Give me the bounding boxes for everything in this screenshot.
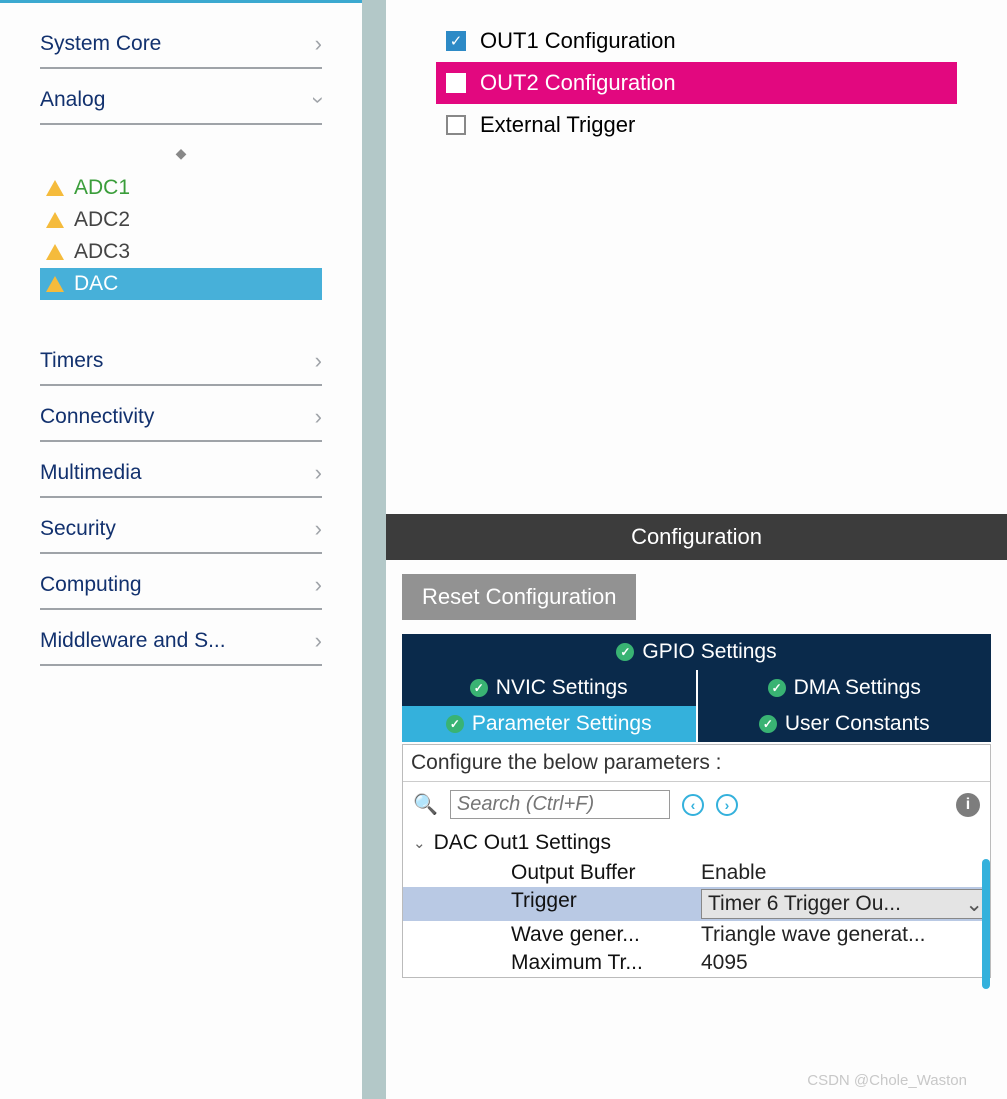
parameters-description: Configure the below parameters :: [403, 745, 990, 782]
check-circle-icon: ✓: [768, 679, 786, 697]
category-connectivity[interactable]: Connectivity ›: [40, 386, 322, 442]
tab-row-top: ✓ GPIO Settings: [402, 634, 991, 670]
chevron-right-icon: ›: [315, 628, 322, 654]
tab-parameter-settings[interactable]: ✓ Parameter Settings: [402, 706, 696, 742]
param-maximum-triangle[interactable]: Maximum Tr... 4095: [403, 949, 990, 977]
tab-row-mid: ✓ NVIC Settings ✓ DMA Settings: [402, 670, 991, 706]
dac-out1-settings-section[interactable]: ⌄ DAC Out1 Settings: [403, 827, 990, 859]
tab-dma-settings[interactable]: ✓ DMA Settings: [698, 670, 992, 706]
tab-gpio-settings[interactable]: ✓ GPIO Settings: [402, 634, 991, 670]
chevron-right-icon: ›: [315, 404, 322, 430]
tab-label: Parameter Settings: [472, 712, 652, 736]
drag-handle-icon[interactable]: ◆: [40, 145, 322, 172]
check-circle-icon: ✓: [616, 643, 634, 661]
param-trigger[interactable]: Trigger Timer 6 Trigger Ou... ⌄: [403, 887, 990, 921]
category-label: Analog: [40, 88, 105, 112]
checkbox-icon: [446, 115, 466, 135]
param-output-buffer[interactable]: Output Buffer Enable: [403, 859, 990, 887]
category-label: Computing: [40, 573, 142, 597]
scrollbar-thumb[interactable]: [982, 859, 990, 989]
check-label: OUT2 Configuration: [480, 70, 676, 96]
reset-configuration-button[interactable]: Reset Configuration: [402, 574, 636, 620]
chevron-down-icon: ⌄: [413, 834, 426, 852]
chevron-right-icon: ›: [315, 348, 322, 374]
check-circle-icon: ✓: [759, 715, 777, 733]
out2-config-check[interactable]: OUT2 Configuration: [436, 62, 957, 104]
analog-sublist: ◆ ADC1 ADC2 ADC3 DAC: [40, 125, 322, 330]
tab-label: User Constants: [785, 712, 930, 736]
param-key: Maximum Tr...: [511, 951, 701, 975]
warning-icon: [46, 276, 64, 292]
chevron-right-icon: ›: [315, 572, 322, 598]
chevron-down-icon: ⌄: [965, 892, 983, 917]
check-label: OUT1 Configuration: [480, 28, 676, 54]
category-multimedia[interactable]: Multimedia ›: [40, 442, 322, 498]
section-label: DAC Out1 Settings: [434, 831, 611, 855]
check-label: External Trigger: [480, 112, 635, 138]
sidebar-item-dac[interactable]: DAC: [40, 268, 322, 300]
checkbox-icon: [446, 73, 466, 93]
param-key: Output Buffer: [511, 861, 701, 885]
param-value: 4095: [701, 951, 990, 975]
out1-config-check[interactable]: ✓ OUT1 Configuration: [436, 20, 957, 62]
check-circle-icon: ✓: [470, 679, 488, 697]
warning-icon: [46, 180, 64, 196]
category-label: Timers: [40, 349, 103, 373]
search-icon[interactable]: 🔍: [413, 792, 438, 817]
category-label: Connectivity: [40, 405, 154, 429]
checkbox-icon: ✓: [446, 31, 466, 51]
category-security[interactable]: Security ›: [40, 498, 322, 554]
parameters-panel: Configure the below parameters : 🔍 ‹ › i…: [402, 744, 991, 978]
sidebar-item-label: DAC: [74, 272, 118, 296]
tab-label: GPIO Settings: [642, 640, 776, 664]
sidebar-item-label: ADC1: [74, 176, 130, 200]
prev-button[interactable]: ‹: [682, 794, 704, 816]
check-circle-icon: ✓: [446, 715, 464, 733]
category-label: Multimedia: [40, 461, 142, 485]
category-analog[interactable]: Analog ›: [40, 69, 322, 125]
warning-icon: [46, 244, 64, 260]
sidebar-item-label: ADC2: [74, 208, 130, 232]
chevron-right-icon: ›: [315, 516, 322, 542]
chevron-right-icon: ›: [315, 460, 322, 486]
param-wave-generation[interactable]: Wave gener... Triangle wave generat...: [403, 921, 990, 949]
mode-panel: ✓ OUT1 Configuration OUT2 Configuration …: [386, 0, 1007, 514]
sidebar-item-adc1[interactable]: ADC1: [40, 172, 322, 204]
sidebar-item-adc2[interactable]: ADC2: [40, 204, 322, 236]
chevron-right-icon: ›: [315, 31, 322, 57]
category-label: Middleware and S...: [40, 629, 226, 653]
param-value: Triangle wave generat...: [701, 923, 990, 947]
param-value: Timer 6 Trigger Ou...: [708, 892, 901, 916]
category-computing[interactable]: Computing ›: [40, 554, 322, 610]
category-label: System Core: [40, 32, 161, 56]
search-row: 🔍 ‹ › i: [403, 782, 990, 827]
main-panel: ✓ OUT1 Configuration OUT2 Configuration …: [386, 0, 1007, 1099]
next-button[interactable]: ›: [716, 794, 738, 816]
category-system-core[interactable]: System Core ›: [40, 13, 322, 69]
sidebar-item-adc3[interactable]: ADC3: [40, 236, 322, 268]
tab-label: NVIC Settings: [496, 676, 628, 700]
watermark: CSDN @Chole_Waston: [807, 1072, 967, 1089]
category-middleware[interactable]: Middleware and S... ›: [40, 610, 322, 666]
tab-row-bottom: ✓ Parameter Settings ✓ User Constants: [402, 706, 991, 742]
param-key: Wave gener...: [511, 923, 701, 947]
param-key: Trigger: [511, 889, 701, 919]
tab-nvic-settings[interactable]: ✓ NVIC Settings: [402, 670, 696, 706]
configuration-header: Configuration: [386, 514, 1007, 560]
info-icon[interactable]: i: [956, 793, 980, 817]
tab-label: DMA Settings: [794, 676, 921, 700]
warning-icon: [46, 212, 64, 228]
chevron-down-icon: ›: [305, 96, 331, 103]
external-trigger-check[interactable]: External Trigger: [436, 104, 957, 146]
configuration-body: Reset Configuration ✓ GPIO Settings ✓ NV…: [386, 560, 1007, 1099]
parameter-list: Output Buffer Enable Trigger Timer 6 Tri…: [403, 859, 990, 977]
category-timers[interactable]: Timers ›: [40, 330, 322, 386]
sidebar-item-label: ADC3: [74, 240, 130, 264]
search-input[interactable]: [450, 790, 670, 819]
param-value: Enable: [701, 861, 990, 885]
sidebar: System Core › Analog › ◆ ADC1 ADC2 ADC3 …: [0, 0, 362, 1099]
tab-user-constants[interactable]: ✓ User Constants: [698, 706, 992, 742]
trigger-dropdown[interactable]: Timer 6 Trigger Ou... ⌄: [701, 889, 990, 919]
category-label: Security: [40, 517, 116, 541]
